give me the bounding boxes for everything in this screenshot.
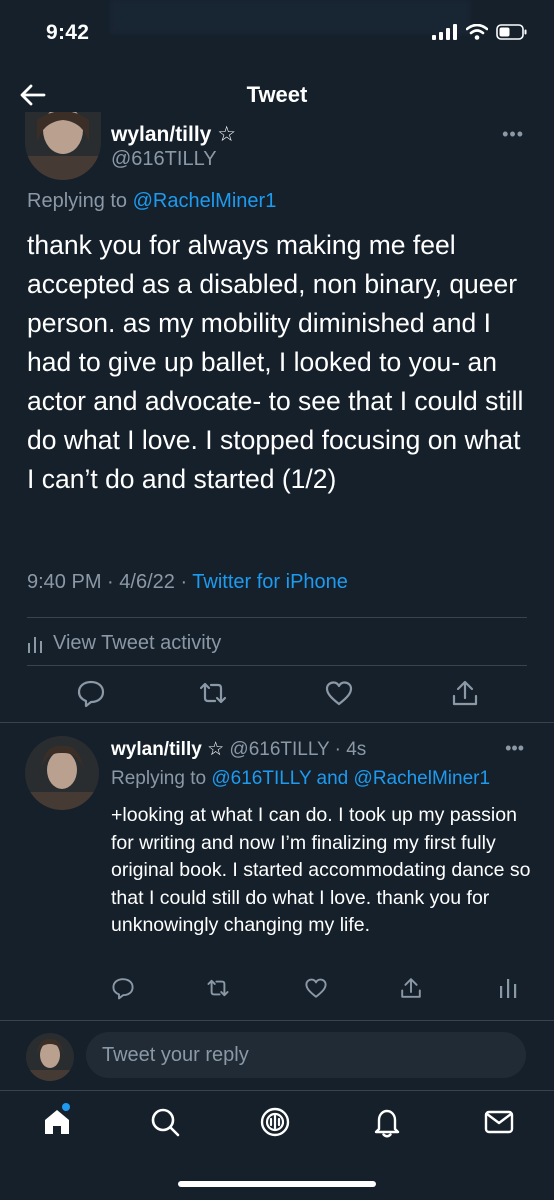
status-time: 9:42 xyxy=(46,21,90,44)
meta-separator: · xyxy=(334,739,341,760)
status-bar: 9:42 xyxy=(0,0,554,66)
tweet-separator xyxy=(0,722,554,723)
reply-icon[interactable] xyxy=(111,976,135,1000)
signal-icon xyxy=(432,24,457,40)
more-options-icon[interactable]: ••• xyxy=(505,738,524,759)
new-content-dot xyxy=(62,1103,70,1111)
share-icon[interactable] xyxy=(399,976,423,1000)
replying-to-link[interactable]: @RachelMiner1 xyxy=(133,190,277,212)
home-icon[interactable] xyxy=(40,1105,74,1139)
meta-separator: · xyxy=(180,571,193,593)
tweet-actions xyxy=(0,976,554,1006)
author-name[interactable]: wylan/tilly ☆ xyxy=(111,122,236,147)
replying-to: Replying to @RachelMiner1 xyxy=(27,190,276,213)
retweet-icon[interactable] xyxy=(198,678,228,708)
like-icon[interactable] xyxy=(324,678,354,708)
author-handle[interactable]: @616TILLY xyxy=(229,739,329,760)
page-title: Tweet xyxy=(246,82,308,107)
author-name[interactable]: wylan/tilly ☆ xyxy=(111,739,224,760)
tweet-source[interactable]: Twitter for iPhone xyxy=(192,571,348,593)
battery-icon xyxy=(496,24,527,40)
replying-prefix: Replying to xyxy=(27,190,128,212)
reply-header: wylan/tilly ☆ @616TILLY · 4s xyxy=(111,738,366,761)
like-icon[interactable] xyxy=(304,976,328,1000)
avatar[interactable] xyxy=(25,736,99,810)
reply-composer xyxy=(0,1020,554,1091)
divider xyxy=(27,665,527,666)
tweet-meta: 9:40 PM · 4/6/22 · Twitter for iPhone xyxy=(27,571,348,594)
meta-separator: · xyxy=(107,571,120,593)
replying-to-link[interactable]: @616TILLY and @RachelMiner1 xyxy=(211,768,490,789)
home-indicator[interactable] xyxy=(178,1181,376,1187)
notification-ghost xyxy=(110,0,470,34)
search-icon[interactable] xyxy=(148,1105,182,1139)
avatar[interactable] xyxy=(26,1033,74,1081)
avatar[interactable] xyxy=(25,112,101,180)
tweet-age: 4s xyxy=(346,739,367,760)
replying-to: Replying to @616TILLY and @RachelMiner1 xyxy=(111,768,490,790)
analytics-icon xyxy=(28,636,42,653)
tweet-text: +looking at what I can do. I took up my … xyxy=(111,804,531,936)
divider xyxy=(27,617,527,618)
reply-input[interactable] xyxy=(86,1032,526,1078)
share-icon[interactable] xyxy=(450,678,480,708)
status-icons xyxy=(432,24,528,40)
tweet-time: 9:40 PM xyxy=(27,571,102,593)
author-handle[interactable]: @616TILLY xyxy=(111,148,217,171)
retweet-icon[interactable] xyxy=(206,976,230,1000)
tweet-text: thank you for always making me feel acce… xyxy=(27,230,524,494)
reply-icon[interactable] xyxy=(76,678,106,708)
wifi-icon xyxy=(466,24,488,40)
notifications-icon[interactable] xyxy=(370,1105,404,1139)
tweet-actions xyxy=(0,678,554,718)
replying-prefix: Replying to xyxy=(111,768,207,789)
messages-icon[interactable] xyxy=(482,1105,516,1139)
spaces-icon[interactable] xyxy=(258,1105,292,1139)
view-tweet-activity-label: View Tweet activity xyxy=(53,632,222,654)
analytics-icon[interactable] xyxy=(496,976,520,1000)
more-options-icon[interactable]: ••• xyxy=(502,124,524,145)
tweet-date: 4/6/22 xyxy=(119,571,175,593)
view-tweet-activity[interactable]: View Tweet activity xyxy=(27,632,221,655)
